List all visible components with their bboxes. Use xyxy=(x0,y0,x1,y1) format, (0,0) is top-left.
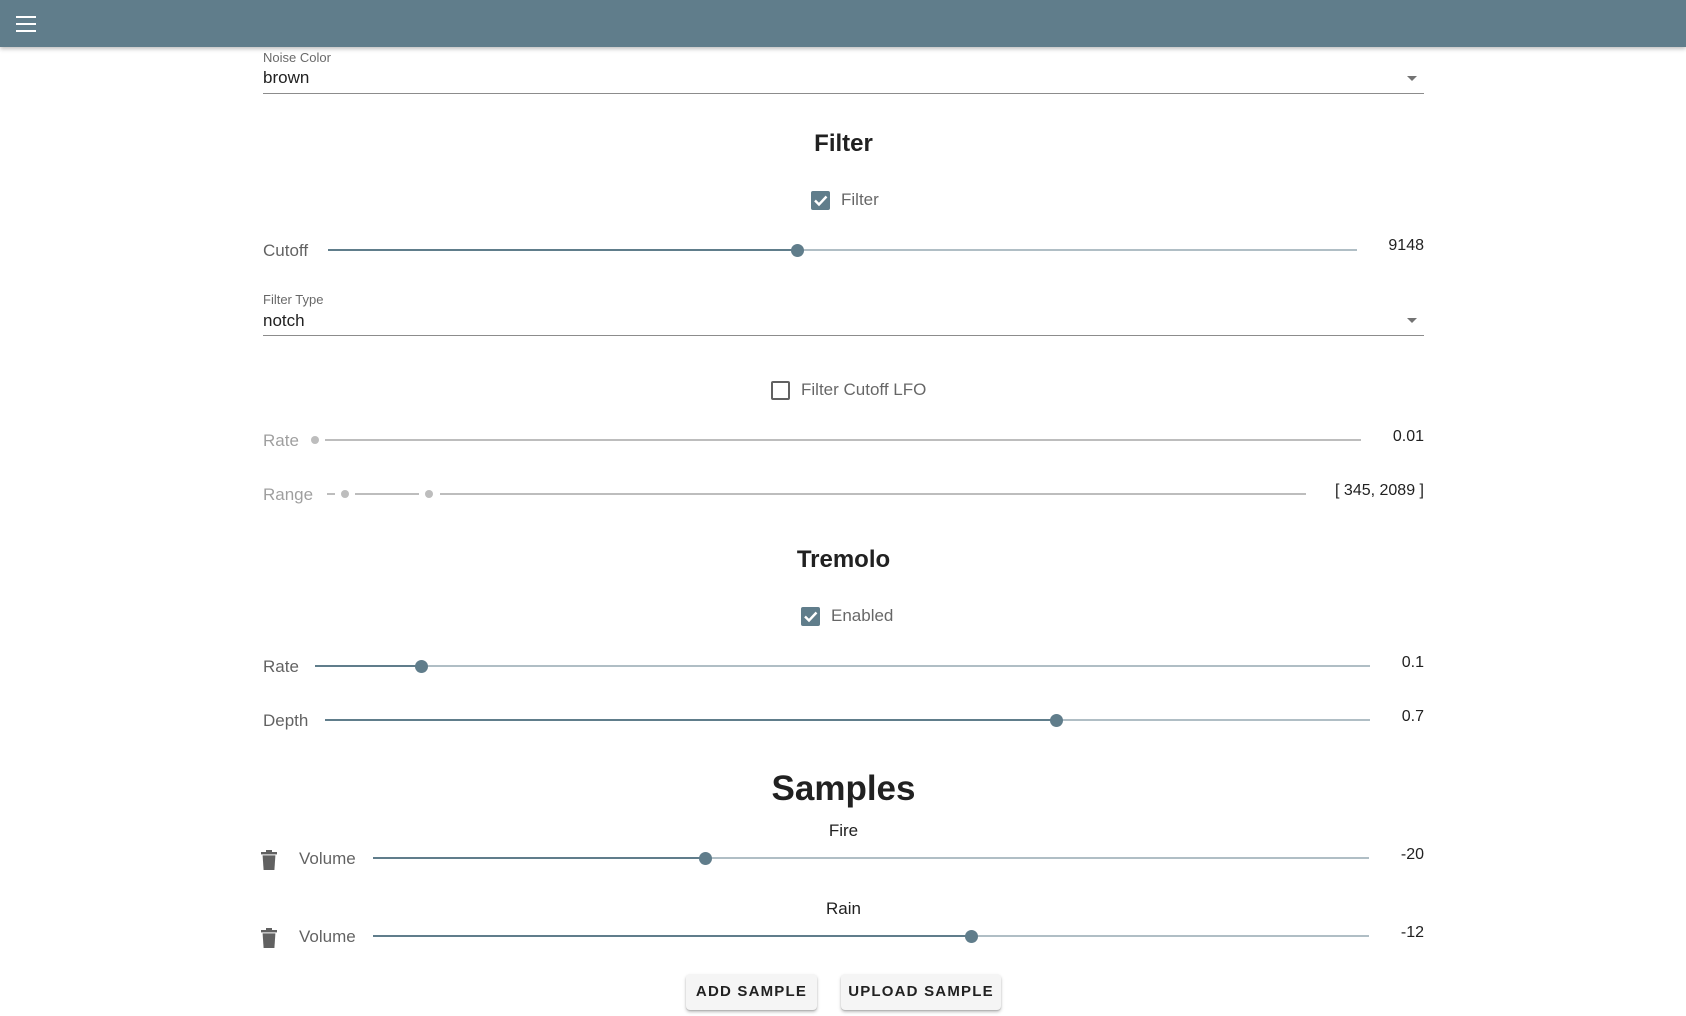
lfo-range-low-thumb xyxy=(341,490,349,498)
lfo-range-rail-mid xyxy=(355,493,419,495)
trash-icon[interactable] xyxy=(260,928,278,948)
noise-color-value: brown xyxy=(263,68,310,87)
lfo-checkbox-label: Filter Cutoff LFO xyxy=(801,380,927,399)
noise-color-select[interactable]: Noise Color brown xyxy=(263,50,1424,95)
cutoff-track xyxy=(328,249,797,251)
tremolo-checkbox[interactable] xyxy=(801,607,820,626)
lfo-checkbox[interactable] xyxy=(771,381,790,400)
noise-color-underline xyxy=(263,93,1424,94)
filter-type-underline xyxy=(263,335,1424,336)
lfo-range-value: [ 345, 2089 ] xyxy=(1335,482,1424,499)
tremolo-rate-slider[interactable] xyxy=(315,659,1370,673)
sample-volume-track xyxy=(373,857,705,859)
lfo-rate-label: Rate xyxy=(263,431,299,450)
tremolo-rate-thumb[interactable] xyxy=(415,660,428,673)
lfo-range-rail-start xyxy=(327,493,335,495)
lfo-checkbox-row[interactable]: Filter Cutoff LFO xyxy=(771,380,971,402)
sample-volume-label: Volume xyxy=(299,849,356,868)
lfo-rate-rail xyxy=(325,439,1361,441)
sample-volume-thumb[interactable] xyxy=(699,852,712,865)
lfo-rate-value: 0.01 xyxy=(1392,428,1424,445)
sample-volume-value: -12 xyxy=(1400,924,1424,941)
tremolo-depth-slider[interactable] xyxy=(325,713,1370,727)
filter-checkbox[interactable] xyxy=(811,191,830,210)
tremolo-depth-value: 0.7 xyxy=(1401,708,1424,725)
tremolo-depth-thumb[interactable] xyxy=(1050,714,1063,727)
chevron-down-icon xyxy=(1407,318,1417,323)
sample-volume-thumb[interactable] xyxy=(965,930,978,943)
sample-volume-slider[interactable] xyxy=(373,851,1369,865)
samples-heading: Samples xyxy=(771,769,916,808)
tremolo-rate-rail xyxy=(315,665,1370,667)
sample-volume-track xyxy=(373,935,971,937)
filter-type-select[interactable]: Filter Type notch xyxy=(263,292,1424,337)
check-icon xyxy=(814,195,828,207)
cutoff-label: Cutoff xyxy=(263,241,309,260)
tremolo-rate-label: Rate xyxy=(263,657,299,676)
filter-heading: Filter xyxy=(814,130,873,157)
tremolo-depth-track xyxy=(325,719,1056,721)
tremolo-depth-label: Depth xyxy=(263,711,309,730)
tremolo-rate-track xyxy=(315,665,421,667)
lfo-range-label: Range xyxy=(263,485,314,504)
noise-color-label: Noise Color xyxy=(263,50,331,65)
menu-icon[interactable] xyxy=(14,13,38,35)
trash-icon[interactable] xyxy=(260,850,278,870)
filter-type-label: Filter Type xyxy=(263,292,324,307)
lfo-range-high-thumb xyxy=(425,490,433,498)
upload-sample-button[interactable]: UPLOAD SAMPLE xyxy=(841,974,1001,1010)
sample-name: Rain xyxy=(826,899,861,918)
cutoff-slider[interactable] xyxy=(328,243,1357,257)
sample-name: Fire xyxy=(828,821,859,840)
check-icon xyxy=(804,611,818,623)
sample-volume-slider[interactable] xyxy=(373,929,1369,943)
tremolo-rate-value: 0.1 xyxy=(1401,654,1424,671)
lfo-range-rail-end xyxy=(440,493,1306,495)
lfo-rate-slider xyxy=(311,434,1361,446)
tremolo-checkbox-row[interactable]: Enabled xyxy=(801,606,921,628)
add-sample-button[interactable]: ADD SAMPLE xyxy=(686,974,817,1010)
cutoff-thumb[interactable] xyxy=(791,244,804,257)
sample-volume-label: Volume xyxy=(299,927,356,946)
lfo-range-slider xyxy=(327,488,1307,500)
filter-checkbox-row[interactable]: Filter xyxy=(811,190,911,212)
filter-checkbox-label: Filter xyxy=(841,190,879,209)
chevron-down-icon xyxy=(1407,76,1417,81)
tremolo-heading: Tremolo xyxy=(796,546,891,573)
tremolo-checkbox-label: Enabled xyxy=(831,606,894,625)
cutoff-value: 9148 xyxy=(1388,237,1424,254)
filter-type-value: notch xyxy=(263,311,305,330)
sample-volume-value: -20 xyxy=(1400,846,1424,863)
app-bar xyxy=(0,0,1686,47)
lfo-rate-thumb xyxy=(311,436,319,444)
